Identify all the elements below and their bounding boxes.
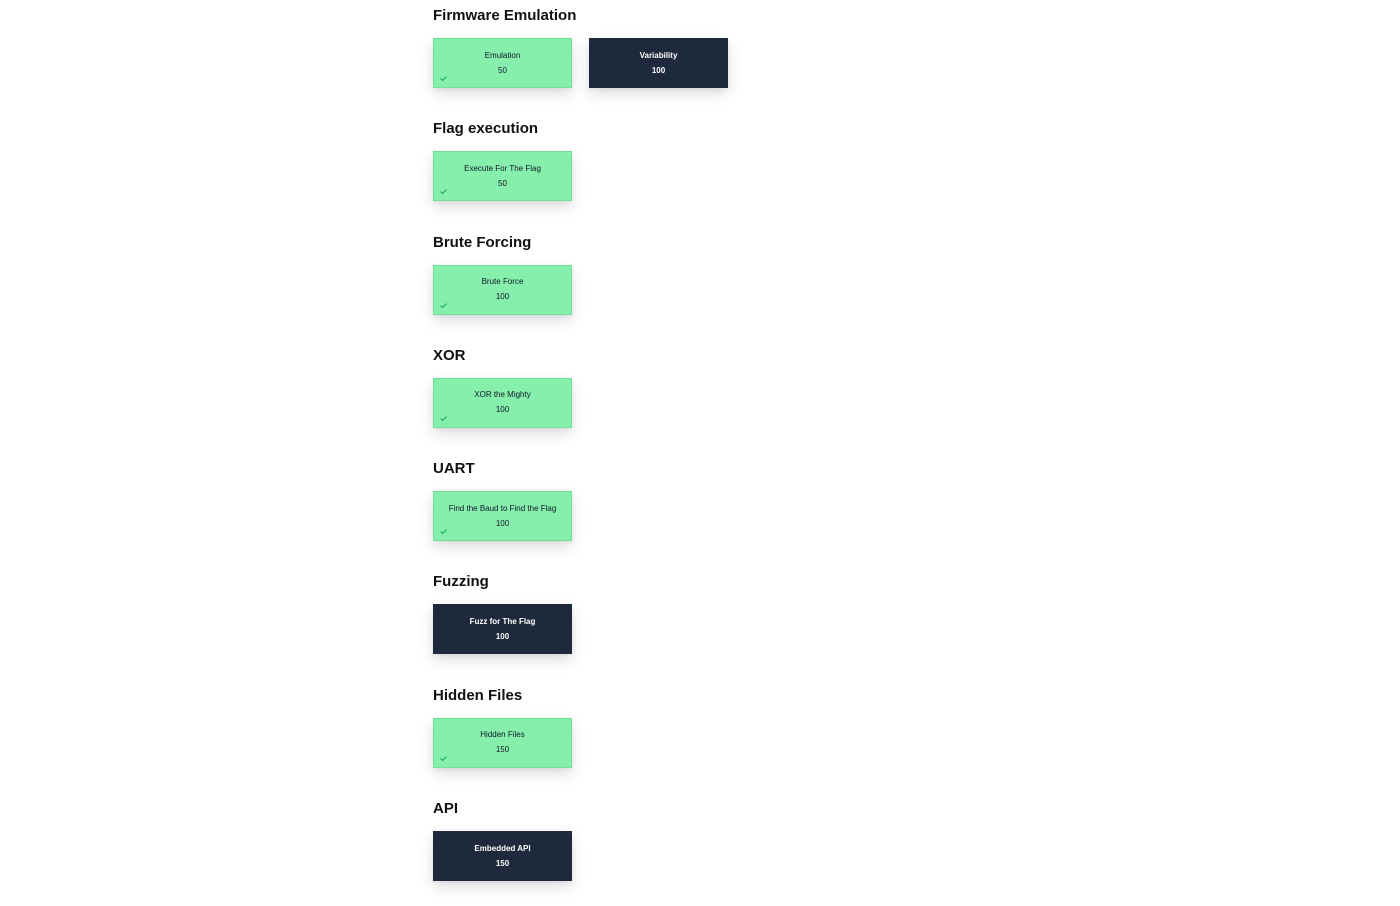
- challenge-points: 50: [498, 178, 507, 188]
- challenge-card-row: Execute For The Flag 50: [433, 151, 572, 202]
- challenge-card-row: XOR the Mighty 100: [433, 377, 572, 428]
- challenge-points: 150: [495, 858, 510, 868]
- check-icon: [440, 416, 447, 421]
- category-title: XOR: [433, 346, 466, 364]
- check-icon: [440, 756, 447, 761]
- category-title: Brute Forcing: [433, 233, 532, 251]
- category-section: Flag execution Execute For The Flag 50: [433, 113, 953, 226]
- check-icon: [440, 189, 447, 195]
- challenge-points: 100: [651, 65, 666, 75]
- check-icon: [440, 302, 447, 308]
- category-section: Hidden Files Hidden Files 150: [433, 680, 953, 793]
- category-title: Firmware Emulation: [433, 7, 577, 24]
- challenge-card-row: Brute Force 100: [433, 264, 572, 315]
- category-title: UART: [433, 460, 475, 478]
- challenge-card-solved[interactable]: Find the Baud to Find the Flag 100: [433, 491, 572, 542]
- challenge-card-solved[interactable]: Hidden Files 150: [433, 717, 572, 768]
- challenge-card-row: Embedded API 150: [433, 831, 572, 882]
- category-section: UART Find the Baud to Find the Flag 100: [433, 453, 953, 566]
- category-title: Flag execution: [433, 120, 539, 138]
- challenge-card-row: Find the Baud to Find the Flag 100: [433, 491, 572, 542]
- check-icon: [440, 76, 447, 81]
- challenge-name: Brute Force: [481, 277, 524, 287]
- category-title: Fuzzing: [433, 573, 489, 591]
- challenge-board: Firmware Emulation Emulation 50 Variability…: [433, 0, 953, 906]
- challenge-card-row: Hidden Files 150: [433, 717, 572, 768]
- challenge-card-row: Emulation 50 Variability 100: [433, 38, 728, 88]
- challenge-name: Emulation: [484, 50, 521, 60]
- challenge-name: Fuzz for The Flag: [469, 616, 536, 626]
- category-section: Firmware Emulation Emulation 50 Variability…: [433, 0, 953, 113]
- challenge-points: 150: [495, 745, 510, 755]
- challenge-points: 100: [495, 292, 510, 302]
- challenge-name: Hidden Files: [480, 730, 525, 740]
- challenge-name: Variability: [639, 50, 678, 60]
- category-title: Hidden Files: [433, 686, 523, 704]
- challenge-points: 100: [495, 518, 510, 528]
- challenge-card-row: Fuzz for The Flag 100: [433, 604, 572, 655]
- challenge-name: Execute For The Flag: [464, 163, 541, 173]
- challenge-points: 50: [498, 65, 507, 75]
- challenge-points: 100: [495, 405, 510, 415]
- challenge-card-solved[interactable]: Emulation 50: [433, 38, 572, 88]
- category-section: Brute Forcing Brute Force 100: [433, 227, 953, 340]
- category-title: API: [433, 800, 459, 818]
- category-section: API Embedded API 150: [433, 793, 953, 906]
- category-section: XOR XOR the Mighty 100: [433, 340, 953, 453]
- challenge-name: XOR the Mighty: [474, 390, 531, 400]
- challenge-card-solved[interactable]: Execute For The Flag 50: [433, 151, 572, 202]
- challenge-card[interactable]: Variability 100: [589, 38, 728, 88]
- challenge-points: 100: [495, 631, 510, 641]
- challenge-card[interactable]: Embedded API 150: [433, 831, 572, 882]
- challenge-name: Find the Baud to Find the Flag: [448, 503, 557, 513]
- category-section: Fuzzing Fuzz for The Flag 100: [433, 566, 953, 679]
- challenge-name: Embedded API: [474, 843, 531, 853]
- check-icon: [440, 529, 447, 535]
- challenge-card-solved[interactable]: Brute Force 100: [433, 264, 572, 315]
- challenge-card[interactable]: Fuzz for The Flag 100: [433, 604, 572, 655]
- challenge-card-solved[interactable]: XOR the Mighty 100: [433, 377, 572, 428]
